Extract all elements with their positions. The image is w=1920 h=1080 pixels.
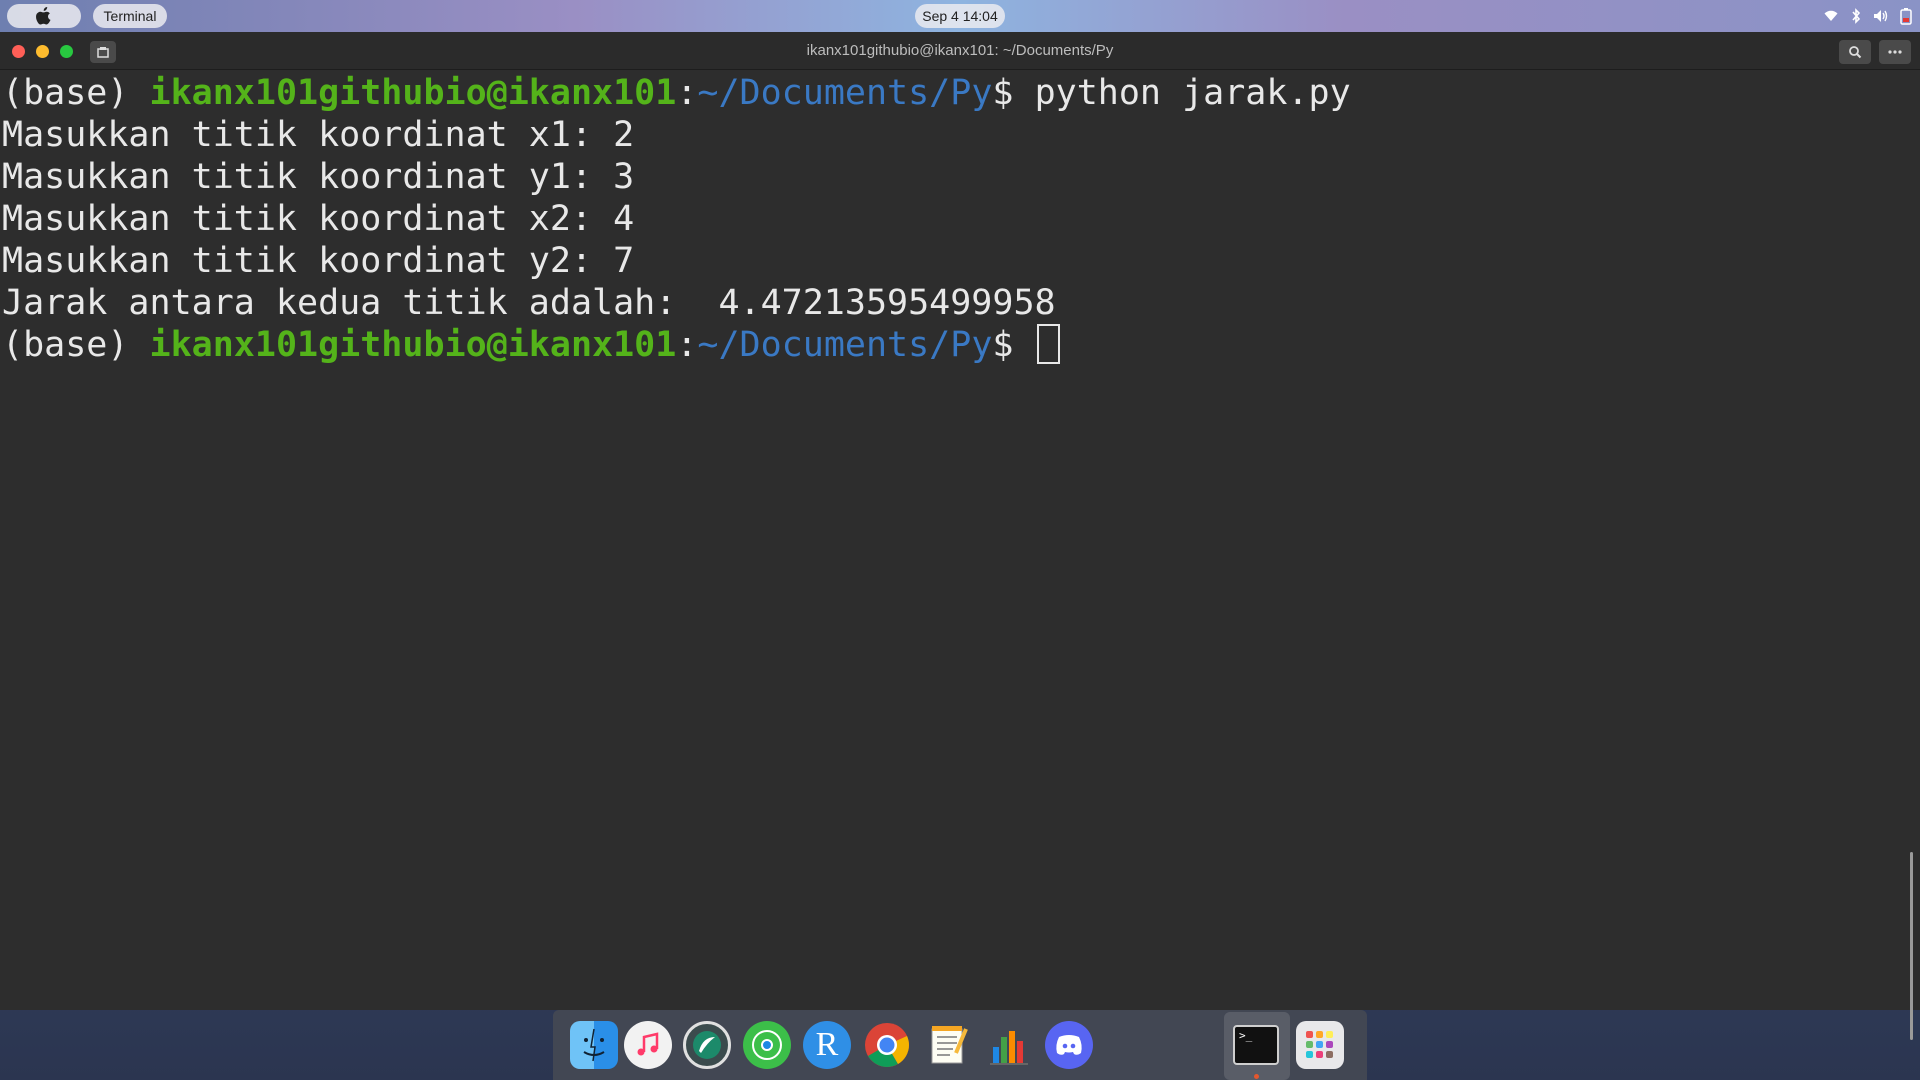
scrollbar[interactable] — [1910, 852, 1913, 1040]
battery-icon[interactable] — [1898, 8, 1914, 25]
prompt-dollar: $ — [992, 73, 1035, 113]
prompt-dollar: $ — [992, 325, 1035, 365]
current-prompt-line[interactable]: (base) ikanx101githubio@ikanx101:~/Docum… — [2, 324, 1908, 366]
output-line: Jarak antara kedua titik adalah: 4.47213… — [2, 283, 1056, 323]
prompt-path: ~/Documents/Py — [697, 325, 993, 365]
window-titlebar[interactable]: ikanx101githubio@ikanx101: ~/Documents/P… — [0, 32, 1920, 70]
prompt-path: ~/Documents/Py — [697, 73, 993, 113]
clock[interactable]: Sep 4 14:04 — [915, 4, 1005, 28]
volume-icon[interactable] — [1873, 8, 1889, 24]
prompt-user: ikanx101githubio@ikanx101 — [149, 325, 677, 365]
system-tray — [1823, 6, 1914, 26]
command-text: python jarak.py — [1034, 73, 1351, 113]
chrome-icon[interactable] — [863, 1021, 911, 1069]
active-app-menu[interactable]: Terminal — [93, 4, 167, 28]
command-line: (base) ikanx101githubio@ikanx101:~/Docum… — [2, 72, 1908, 114]
wifi-icon[interactable] — [1823, 8, 1839, 24]
menu-button[interactable] — [1879, 40, 1911, 64]
terminal-glyph: >_ — [1239, 1029, 1253, 1042]
apple-icon — [36, 7, 51, 25]
r-icon[interactable]: R — [803, 1021, 851, 1069]
launchpad-icon[interactable] — [1296, 1021, 1344, 1069]
output-line: Masukkan titik koordinat y2: 7 — [2, 241, 635, 281]
bluetooth-icon[interactable] — [1848, 8, 1864, 24]
apple-menu-button[interactable] — [7, 4, 81, 28]
terminal-output[interactable]: (base) ikanx101githubio@ikanx101:~/Docum… — [0, 70, 1908, 1010]
music-icon[interactable] — [624, 1021, 672, 1069]
terminal-window: ikanx101githubio@ikanx101: ~/Documents/P… — [0, 32, 1920, 1040]
top-bar: Terminal Sep 4 14:04 — [0, 0, 1920, 32]
text-cursor — [1036, 324, 1060, 364]
running-indicator — [1254, 1074, 1259, 1079]
conda-env: (base) — [2, 325, 150, 365]
search-icon — [1849, 46, 1862, 59]
textedit-icon[interactable] — [924, 1021, 972, 1069]
prompt-colon: : — [676, 325, 698, 365]
maps-icon[interactable] — [743, 1021, 791, 1069]
window-title: ikanx101githubio@ikanx101: ~/Documents/P… — [806, 42, 1114, 59]
r-letter: R — [815, 1026, 839, 1063]
prompt-colon: : — [676, 73, 698, 113]
dock: R >_ — [553, 1010, 1367, 1080]
conda-env: (base) — [2, 73, 150, 113]
output-line: Masukkan titik koordinat x2: 4 — [2, 199, 635, 239]
search-button[interactable] — [1839, 40, 1871, 64]
rstudio-icon[interactable] — [683, 1021, 731, 1069]
numbers-icon[interactable] — [985, 1021, 1033, 1069]
terminal-icon[interactable]: >_ — [1233, 1025, 1279, 1065]
prompt-user: ikanx101githubio@ikanx101 — [149, 73, 677, 113]
finder-icon[interactable] — [570, 1021, 618, 1069]
output-line: Masukkan titik koordinat y1: 3 — [2, 157, 635, 197]
output-line: Masukkan titik koordinat x1: 2 — [2, 115, 635, 155]
more-icon — [1888, 50, 1902, 54]
discord-icon[interactable] — [1045, 1021, 1093, 1069]
